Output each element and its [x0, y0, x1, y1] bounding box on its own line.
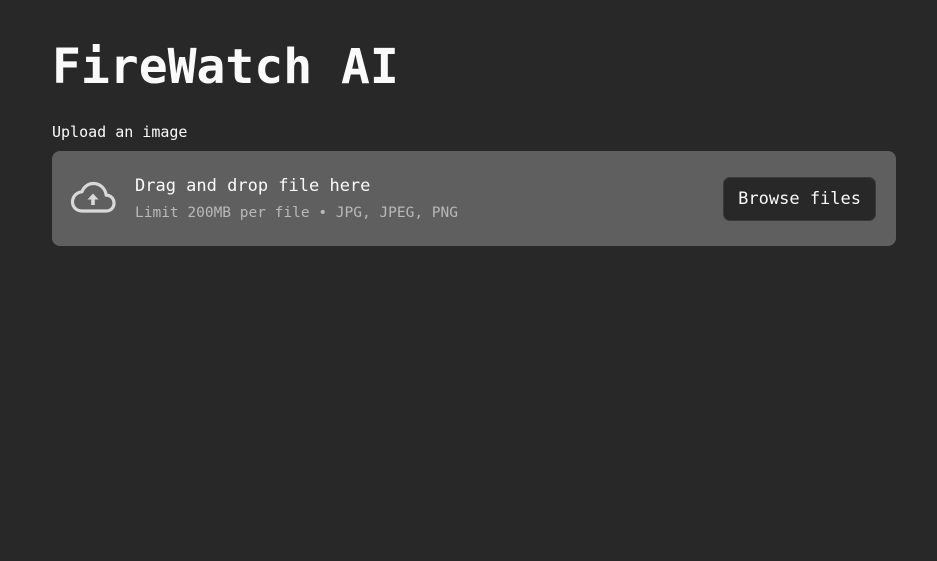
browse-files-button[interactable]: Browse files — [723, 177, 876, 221]
upload-label: Upload an image — [52, 123, 188, 141]
app-page: FireWatch AI Upload an image Drag and dr… — [0, 0, 937, 561]
file-dropzone[interactable]: Drag and drop file here Limit 200MB per … — [52, 151, 896, 246]
dropzone-title: Drag and drop file here — [135, 176, 371, 196]
page-title: FireWatch AI — [52, 39, 399, 95]
dropzone-text: Drag and drop file here Limit 200MB per … — [135, 175, 458, 222]
cloud-upload-icon — [70, 181, 116, 213]
dropzone-limit-text: Limit 200MB per file • JPG, JPEG, PNG — [135, 205, 459, 221]
